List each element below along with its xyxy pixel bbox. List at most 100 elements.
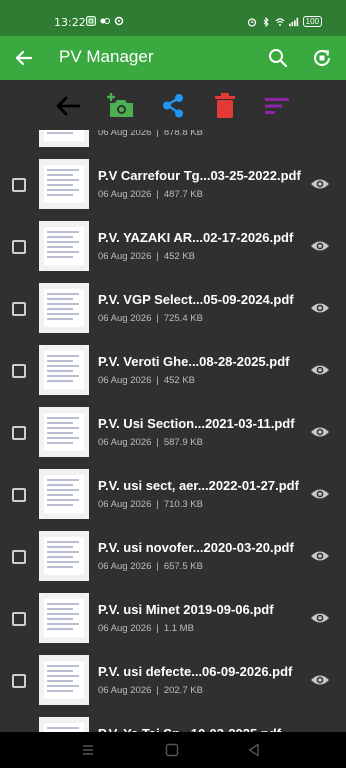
list-item[interactable]: P.V. Ya Tai Sp...10-03-2025.pdf (0, 712, 346, 732)
back-arrow-icon[interactable] (12, 46, 36, 70)
refresh-icon[interactable] (310, 46, 334, 70)
back-icon[interactable] (246, 742, 262, 758)
file-date: 06 Aug 2026 (98, 499, 152, 510)
file-size: 487.7 KB (163, 189, 203, 200)
status-left-icons (86, 16, 124, 26)
file-meta: 06 Aug 2026 | 710.3 KB (98, 499, 203, 510)
file-thumbnail (39, 593, 89, 643)
file-size: 1.1 MB (163, 623, 194, 634)
settings-icon (114, 16, 124, 26)
eye-icon[interactable] (310, 424, 330, 440)
file-date: 06 Aug 2026 (98, 189, 152, 200)
file-thumbnail (39, 717, 89, 732)
delete-icon[interactable] (210, 91, 240, 121)
eye-icon[interactable] (310, 672, 330, 688)
file-list: 06 Aug 2026 | 878.8 KB P.V Carrefour Tg...0… (0, 130, 346, 732)
list-item[interactable]: P.V. usi defecte...06-09-2026.pdf 06 Aug … (0, 650, 346, 712)
battery-indicator: 100 (302, 16, 322, 27)
file-name: P.V. usi defecte...06-09-2026.pdf (98, 664, 293, 679)
file-date: 06 Aug 2026 (98, 130, 152, 138)
file-thumbnail (39, 407, 89, 457)
file-thumbnail (39, 345, 89, 395)
toolbar (0, 80, 346, 130)
meta-separator: | (156, 189, 159, 200)
list-item[interactable]: P.V. Usi Section...2021-03-11.pdf 06 Aug … (0, 402, 346, 464)
select-checkbox[interactable] (12, 364, 26, 378)
select-checkbox[interactable] (12, 302, 26, 316)
menu-icon[interactable] (80, 742, 96, 758)
add-photo-icon[interactable] (106, 91, 136, 121)
eye-icon[interactable] (310, 362, 330, 378)
signal-icon (288, 17, 298, 26)
eye-icon[interactable] (310, 610, 330, 626)
file-date: 06 Aug 2026 (98, 375, 152, 386)
file-date: 06 Aug 2026 (98, 313, 152, 324)
list-item[interactable]: P.V. Veroti Ghe...08-28-2025.pdf 06 Aug 2… (0, 340, 346, 402)
file-thumbnail (39, 221, 89, 271)
file-meta: 06 Aug 2026 | 487.7 KB (98, 189, 203, 200)
list-item[interactable]: P.V. VGP Select...05-09-2024.pdf 06 Aug 2… (0, 278, 346, 340)
app-bar: PV Manager (0, 36, 346, 80)
list-item[interactable]: 06 Aug 2026 | 878.8 KB (0, 130, 346, 154)
list-item[interactable]: P.V. usi Minet 2019-09-06.pdf 06 Aug 2026… (0, 588, 346, 650)
select-checkbox[interactable] (12, 240, 26, 254)
search-icon[interactable] (266, 46, 290, 70)
list-item[interactable]: P.V. YAZAKI AR...02-17-2026.pdf 06 Aug 20… (0, 216, 346, 278)
file-size: 202.7 KB (163, 685, 203, 696)
select-checkbox[interactable] (12, 674, 26, 688)
file-date: 06 Aug 2026 (98, 561, 152, 572)
app-icon (100, 18, 110, 24)
file-thumbnail (39, 469, 89, 519)
meta-separator: | (156, 499, 159, 510)
file-thumbnail (39, 655, 89, 705)
file-meta: 06 Aug 2026 | 452 KB (98, 375, 195, 386)
eye-icon[interactable] (310, 548, 330, 564)
bluetooth-icon (263, 16, 269, 27)
file-name: P.V. Usi Section...2021-03-11.pdf (98, 416, 295, 431)
select-checkbox[interactable] (12, 426, 26, 440)
eye-icon[interactable] (310, 238, 330, 254)
file-thumbnail (39, 283, 89, 333)
file-size: 452 KB (163, 375, 195, 386)
sort-icon[interactable] (262, 91, 292, 121)
file-thumbnail (39, 531, 89, 581)
eye-icon[interactable] (310, 300, 330, 316)
meta-separator: | (156, 561, 159, 572)
file-name: P.V. YAZAKI AR...02-17-2026.pdf (98, 230, 294, 245)
select-checkbox[interactable] (12, 550, 26, 564)
file-meta: 06 Aug 2026 | 587.9 KB (98, 437, 203, 448)
home-icon[interactable] (164, 742, 180, 758)
file-date: 06 Aug 2026 (98, 623, 152, 634)
meta-separator: | (156, 437, 159, 448)
select-checkbox[interactable] (12, 178, 26, 192)
meta-separator: | (156, 130, 159, 138)
back-arrow-icon[interactable] (53, 91, 83, 121)
select-checkbox[interactable] (12, 612, 26, 626)
eye-icon[interactable] (310, 176, 330, 192)
share-icon[interactable] (158, 91, 188, 121)
list-item[interactable]: P.V Carrefour Tg...03-25-2022.pdf 06 Aug … (0, 154, 346, 216)
file-thumbnail (39, 130, 89, 147)
wifi-icon (275, 17, 285, 26)
file-size: 725.4 KB (163, 313, 203, 324)
meta-separator: | (156, 623, 159, 634)
list-item[interactable]: P.V. usi sect, aer...2022-01-27.pdf 06 Au… (0, 464, 346, 526)
meta-separator: | (156, 375, 159, 386)
status-time: 13:22 (54, 16, 86, 29)
file-meta: 06 Aug 2026 | 657.5 KB (98, 561, 203, 572)
file-size: 710.3 KB (163, 499, 203, 510)
whatsapp-icon (86, 16, 96, 26)
list-item[interactable]: P.V. usi novofer...2020-03-20.pdf 06 Aug … (0, 526, 346, 588)
page-title: PV Manager (59, 47, 154, 66)
nav-bar (0, 732, 346, 768)
status-bar: 13:22 100 (0, 0, 346, 36)
meta-separator: | (156, 313, 159, 324)
file-name: P.V. VGP Select...05-09-2024.pdf (98, 292, 294, 307)
file-name: P.V. usi Minet 2019-09-06.pdf (98, 602, 274, 617)
eye-icon[interactable] (310, 486, 330, 502)
file-meta: 06 Aug 2026 | 878.8 KB (98, 130, 203, 138)
select-checkbox[interactable] (12, 488, 26, 502)
file-name: P.V. usi novofer...2020-03-20.pdf (98, 540, 294, 555)
file-meta: 06 Aug 2026 | 452 KB (98, 251, 195, 262)
file-size: 452 KB (163, 251, 195, 262)
